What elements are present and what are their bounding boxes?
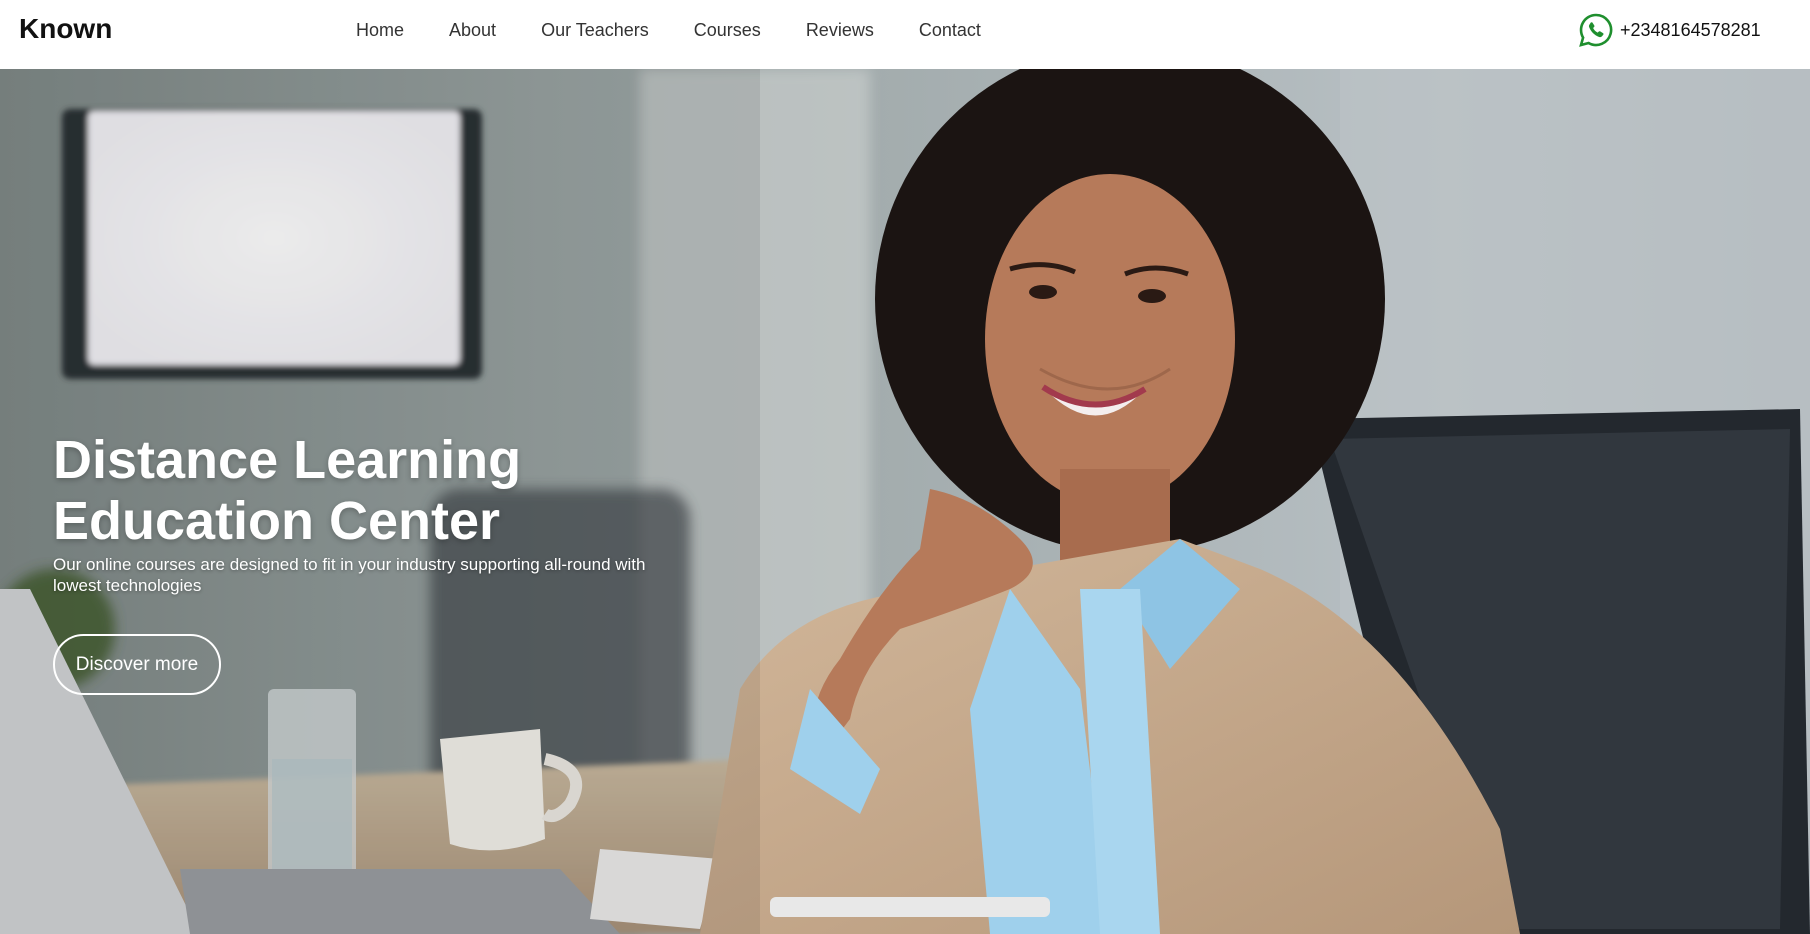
nav-our-teachers[interactable]: Our Teachers bbox=[541, 19, 649, 41]
nav-about[interactable]: About bbox=[449, 19, 496, 41]
nav-courses[interactable]: Courses bbox=[694, 19, 761, 41]
nav-home[interactable]: Home bbox=[356, 19, 404, 41]
phone-contact[interactable]: +2348164578281 bbox=[1578, 12, 1761, 48]
phone-number: +2348164578281 bbox=[1620, 19, 1761, 40]
nav-contact[interactable]: Contact bbox=[919, 19, 981, 41]
hero-title-line1: Distance Learning bbox=[53, 430, 522, 490]
site-header: Known Home About Our Teachers Courses Re… bbox=[0, 0, 1810, 69]
brand-logo[interactable]: Known bbox=[19, 13, 112, 45]
main-nav: Home About Our Teachers Courses Reviews … bbox=[356, 19, 1026, 41]
nav-reviews[interactable]: Reviews bbox=[806, 19, 874, 41]
hero-title-line2: Education Center bbox=[53, 491, 501, 551]
hero-text-block: Distance Learning Education Center Our o… bbox=[53, 430, 673, 596]
discover-more-button[interactable]: Discover more bbox=[53, 634, 221, 695]
hero-title: Distance Learning Education Center bbox=[53, 430, 673, 552]
whatsapp-icon bbox=[1579, 13, 1613, 47]
hero-banner: Distance Learning Education Center Our o… bbox=[0, 69, 1810, 934]
hero-subtitle: Our online courses are designed to fit i… bbox=[53, 555, 646, 595]
